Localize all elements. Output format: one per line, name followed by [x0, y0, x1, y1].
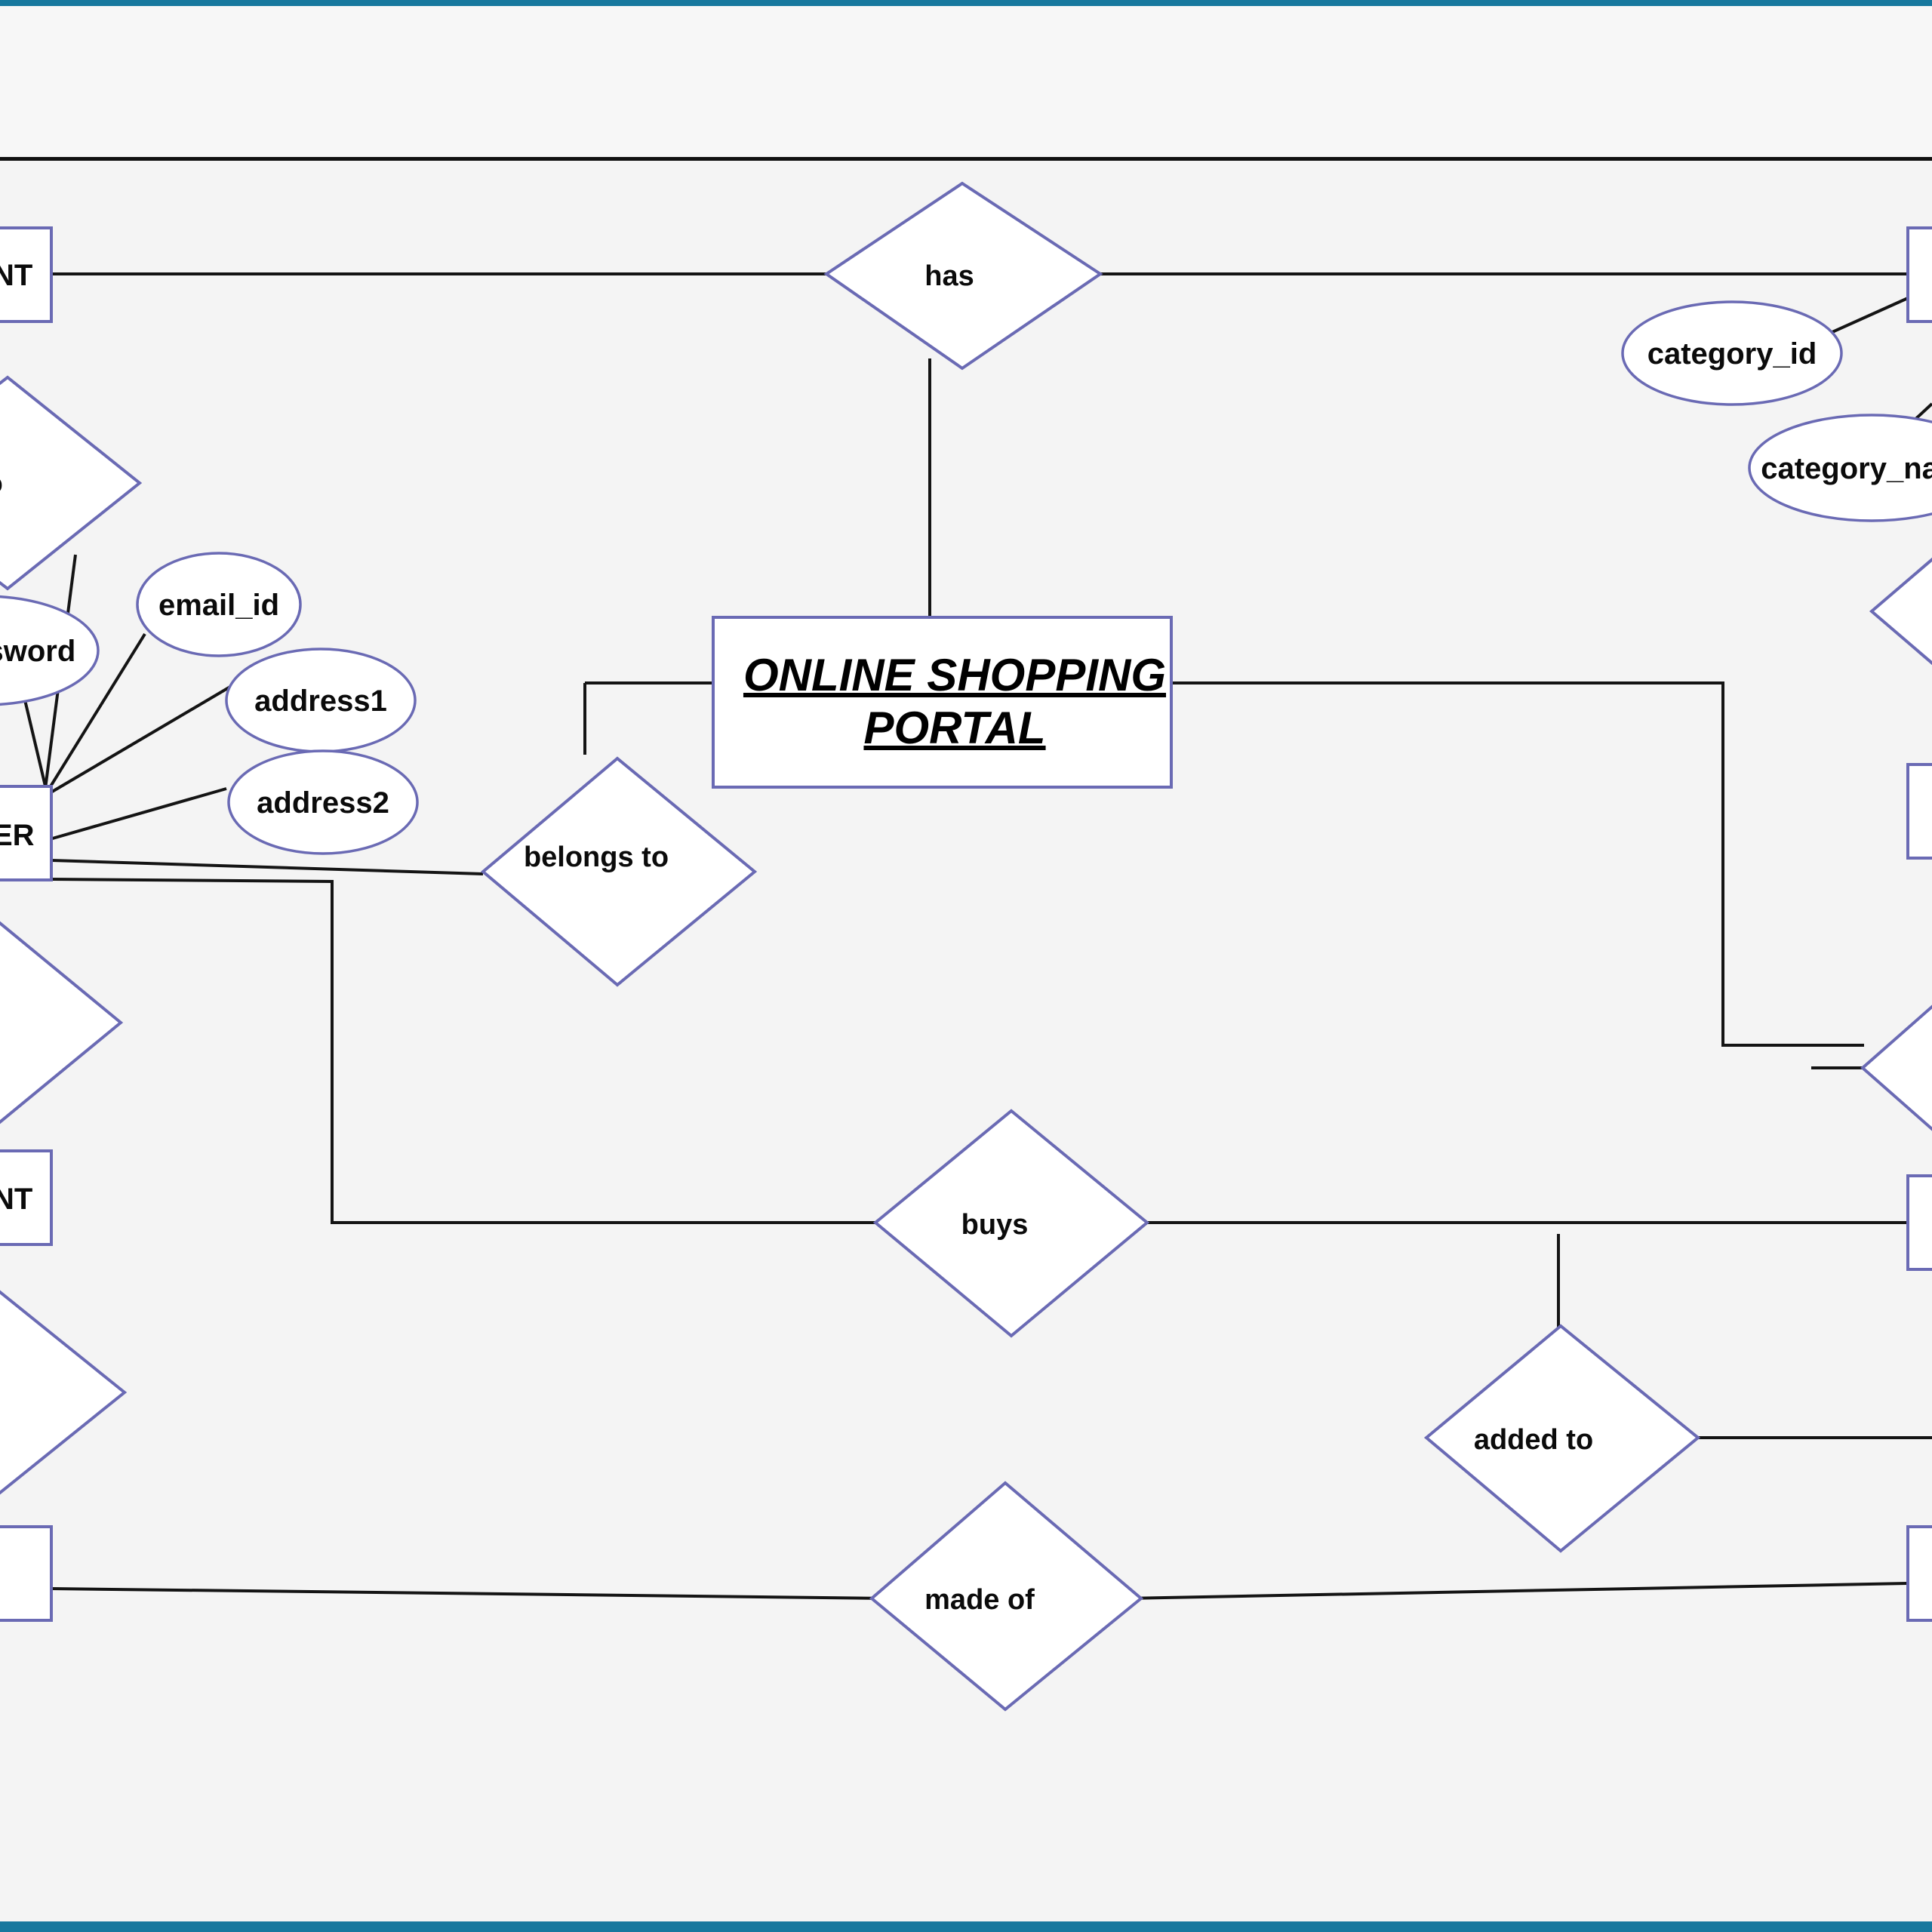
relationship-for[interactable]: or [0, 1283, 128, 1502]
relationship-made-of[interactable]: made of [869, 1481, 1144, 1712]
entity-mid-left-label: NT [0, 1183, 32, 1216]
entity-top-right[interactable] [1906, 226, 1932, 323]
relationship-added-to[interactable]: added to [1423, 1324, 1701, 1553]
relationship-belongs-to[interactable]: belongs to [480, 756, 758, 987]
entity-bottom-left[interactable] [0, 1525, 53, 1622]
relationship-left-mid[interactable] [0, 917, 124, 1128]
relationship-right-a[interactable] [1869, 521, 1932, 702]
entity-low-right[interactable] [1906, 1174, 1932, 1271]
edge-customer-belongsto [51, 859, 484, 875]
er-diagram-canvas: NT to assword email_id address1 address2 [0, 0, 1932, 1932]
attribute-category-id-label: category_id [1647, 337, 1817, 371]
entity-customer[interactable]: ER [0, 785, 53, 881]
relationship-right-b[interactable] [1860, 974, 1932, 1162]
relationship-has-label: has [924, 260, 974, 292]
relationship-to[interactable]: to [0, 375, 143, 591]
entity-customer-label: ER [0, 819, 35, 852]
relationship-buys[interactable]: buys [872, 1109, 1150, 1338]
relationship-made-of-label: made of [924, 1584, 1035, 1616]
diagram-title-line-1: ONLINE SHOPPING [743, 650, 1166, 700]
entity-top-left[interactable]: NT [0, 226, 53, 323]
relationship-buys-label: buys [961, 1209, 1029, 1241]
attribute-address1[interactable]: address1 [225, 648, 417, 753]
attribute-password[interactable]: assword [0, 595, 100, 706]
viewer-bottom-accent-bar [0, 1921, 1932, 1932]
edge-madeof-bottomright [1124, 1582, 1909, 1600]
edge-customer-buys [51, 878, 875, 1224]
diagram-title-box[interactable]: ONLINE SHOPPING PORTAL [712, 616, 1173, 789]
attribute-category-name[interactable]: category_name [1748, 414, 1932, 522]
relationship-belongs-to-label: belongs to [524, 841, 669, 873]
edge-portal-rightchain [1166, 681, 1864, 1047]
entity-bottom-right[interactable] [1906, 1525, 1932, 1622]
edge-bottomleft-madeof [51, 1587, 888, 1600]
edge-customer-address2 [49, 787, 227, 841]
attribute-category-name-label: category_name [1761, 452, 1932, 485]
entity-mid-left[interactable]: NT [0, 1149, 53, 1246]
entity-mid-right[interactable] [1906, 763, 1932, 860]
relationship-has[interactable]: has [823, 181, 1103, 371]
er-diagram-svg: NT to assword email_id address1 address2 [0, 181, 1932, 1712]
entity-top-left-label: NT [0, 259, 32, 292]
attribute-category-id[interactable]: category_id [1621, 300, 1843, 406]
edge-customer-password [21, 690, 48, 793]
attribute-email-id[interactable]: email_id [136, 552, 302, 657]
attribute-password-label: assword [0, 635, 75, 668]
attribute-address2[interactable]: address2 [227, 749, 419, 855]
attribute-email-id-label: email_id [158, 589, 279, 622]
relationship-to-label: to [0, 468, 3, 500]
edge-customer-address1 [47, 685, 232, 795]
attribute-address2-label: address2 [257, 786, 389, 820]
diagram-title-line-2: PORTAL [863, 703, 1045, 753]
relationship-added-to-label: added to [1474, 1424, 1593, 1456]
attribute-address1-label: address1 [254, 685, 387, 718]
